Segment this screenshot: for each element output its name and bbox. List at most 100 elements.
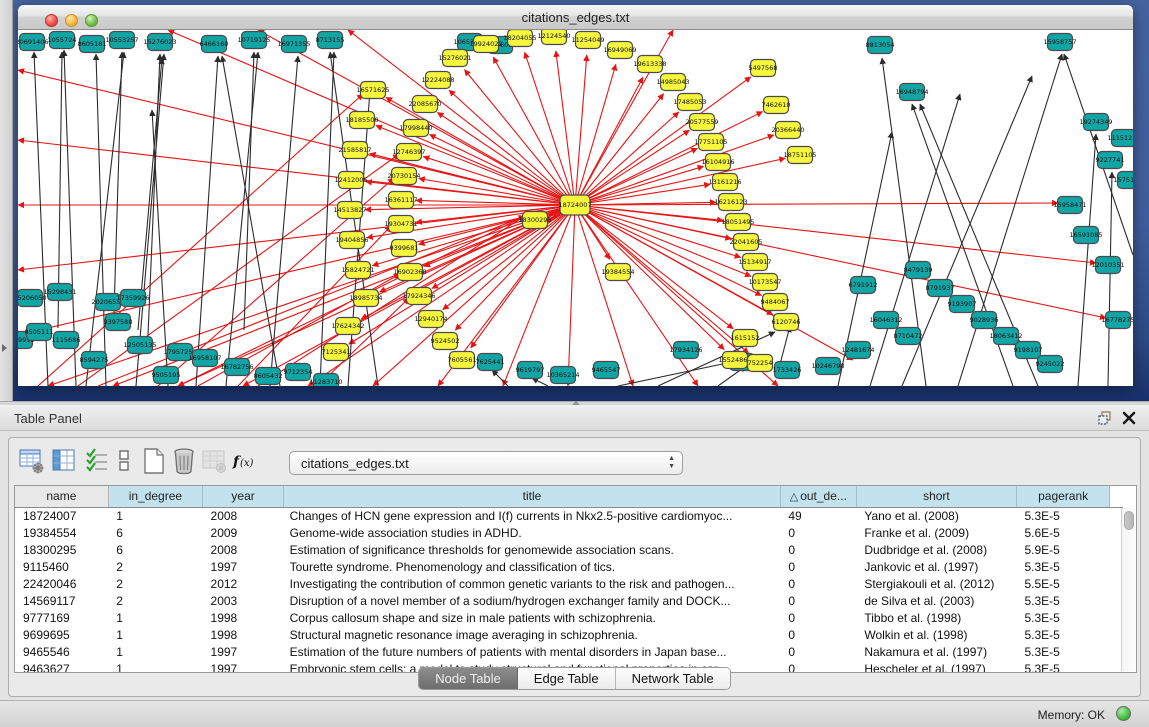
table-mode-icon[interactable] [19,447,45,475]
function-builder-icon[interactable]: f(x) [231,447,257,475]
column-header-title[interactable]: title [284,486,781,507]
cell-title[interactable]: Estimation of the future numbers of pati… [284,643,781,660]
cell-in_degree[interactable]: 2 [108,592,202,609]
cell-title[interactable]: Estimation of significance thresholds fo… [284,541,781,558]
table-row[interactable]: 1872400712008Changes of HCN gene express… [15,507,1123,524]
cell-year[interactable]: 1997 [203,558,284,575]
cell-in_degree[interactable]: 1 [108,609,202,626]
delete-columns-icon[interactable] [171,447,197,475]
cell-name[interactable]: 18724007 [15,507,108,524]
tab-network-table[interactable]: Network Table [616,668,730,689]
cell-short[interactable]: Tibbo et al. (1998) [856,609,1016,626]
cell-name[interactable]: 22420046 [15,575,108,592]
cell-out_de[interactable]: 0 [780,609,856,626]
cell-name[interactable]: 9115460 [15,558,108,575]
network-canvas[interactable]: 2069140610557248605181105532571527602364… [18,30,1133,386]
column-header-pagerank[interactable]: pagerank [1017,486,1110,507]
memory-ok-led-icon[interactable] [1116,706,1131,721]
column-header-out_de[interactable]: △out_de... [780,486,856,507]
cell-pagerank[interactable]: 5.3E-5 [1017,626,1110,643]
cell-out_de[interactable]: 0 [780,524,856,541]
cell-pagerank[interactable]: 5.3E-5 [1017,507,1110,524]
table-row[interactable]: 2242004622012Investigating the contribut… [15,575,1123,592]
select-all-icon[interactable] [85,447,111,475]
column-header-name[interactable]: name [15,486,108,507]
cell-pagerank[interactable]: 5.3E-5 [1017,592,1110,609]
cell-short[interactable]: Jankovic et al. (1997) [856,558,1016,575]
cell-out_de[interactable]: 0 [780,643,856,660]
table-row[interactable]: 1456911722003Disruption of a novel membe… [15,592,1123,609]
cell-title[interactable]: Changes of HCN gene expression and I(f) … [284,507,781,524]
show-columns-icon[interactable] [51,447,77,475]
table-vertical-scrollbar[interactable] [1121,508,1136,671]
cell-short[interactable]: de Silva et al. (2003) [856,592,1016,609]
cell-out_de[interactable]: 0 [780,541,856,558]
cell-out_de[interactable]: 49 [780,507,856,524]
scrollbar-thumb[interactable] [1124,511,1134,530]
cell-out_de[interactable]: 0 [780,558,856,575]
cell-short[interactable]: Dudbridge et al. (2008) [856,541,1016,558]
table-row[interactable]: 969969511998Structural magnetic resonanc… [15,626,1123,643]
cell-year[interactable]: 2003 [203,592,284,609]
cell-in_degree[interactable]: 1 [108,643,202,660]
cell-pagerank[interactable]: 5.3E-5 [1017,643,1110,660]
tab-edge-table[interactable]: Edge Table [518,668,616,689]
network-table-select[interactable]: citations_edges.txt ▲▼ [289,451,683,475]
cell-name[interactable]: 9699695 [15,626,108,643]
cell-year[interactable]: 2009 [203,524,284,541]
cell-out_de[interactable]: 0 [780,575,856,592]
cell-title[interactable]: Disruption of a novel member of a sodium… [284,592,781,609]
cell-in_degree[interactable]: 2 [108,575,202,592]
table-row[interactable]: 1830029562008Estimation of significance … [15,541,1123,558]
cell-year[interactable]: 2008 [203,507,284,524]
cell-title[interactable]: Investigating the contribution of common… [284,575,781,592]
cell-short[interactable]: Nakamura et al. (1997) [856,643,1016,660]
cell-name[interactable]: 9465546 [15,643,108,660]
table-row[interactable]: 911546021997Tourette syndrome. Phenomeno… [15,558,1123,575]
cell-year[interactable]: 1998 [203,626,284,643]
expand-panel-arrow-icon[interactable] [2,344,7,352]
column-header-in_degree[interactable]: in_degree [108,486,202,507]
cell-out_de[interactable]: 0 [780,626,856,643]
cell-name[interactable]: 19384554 [15,524,108,541]
cell-in_degree[interactable]: 1 [108,507,202,524]
cell-year[interactable]: 2008 [203,541,284,558]
column-header-short[interactable]: short [856,486,1016,507]
cell-title[interactable]: Corpus callosum shape and size in male p… [284,609,781,626]
cell-year[interactable]: 2012 [203,575,284,592]
network-node-label: 11151234 [1107,134,1133,142]
cell-title[interactable]: Tourette syndrome. Phenomenology and cla… [284,558,781,575]
tab-node-table[interactable]: Node Table [419,668,518,689]
cell-out_de[interactable]: 0 [780,592,856,609]
cell-name[interactable]: 18300295 [15,541,108,558]
cell-in_degree[interactable]: 6 [108,524,202,541]
cell-title[interactable]: Genome-wide association studies in ADHD. [284,524,781,541]
cell-in_degree[interactable]: 1 [108,626,202,643]
cell-name[interactable]: 14569117 [15,592,108,609]
cell-short[interactable]: Yano et al. (2008) [856,507,1016,524]
cell-pagerank[interactable]: 5.6E-5 [1017,524,1110,541]
cell-name[interactable]: 9777169 [15,609,108,626]
close-panel-icon[interactable] [1121,410,1137,426]
cell-year[interactable]: 1998 [203,609,284,626]
cell-pagerank[interactable]: 5.3E-5 [1017,558,1110,575]
column-header-year[interactable]: year [203,486,284,507]
cell-pagerank[interactable]: 5.9E-5 [1017,541,1110,558]
clear-selection-icon[interactable] [115,447,141,475]
cell-pagerank[interactable]: 5.5E-5 [1017,575,1110,592]
table-row[interactable]: 977716911998Corpus callosum shape and si… [15,609,1123,626]
network-window-titlebar[interactable]: citations_edges.txt [18,5,1133,30]
cell-short[interactable]: Wolkin et al. (1998) [856,626,1016,643]
table-row[interactable]: 1938455462009Genome-wide association stu… [15,524,1123,541]
table-row[interactable]: 946554611997Estimation of the future num… [15,643,1123,660]
cell-short[interactable]: Stergiakouli et al. (2012) [856,575,1016,592]
cell-title[interactable]: Structural magnetic resonance image aver… [284,626,781,643]
create-column-icon[interactable] [141,447,167,475]
float-panel-icon[interactable] [1097,410,1113,426]
cell-in_degree[interactable]: 2 [108,558,202,575]
cell-short[interactable]: Franke et al. (2009) [856,524,1016,541]
cell-in_degree[interactable]: 6 [108,541,202,558]
cell-year[interactable]: 1997 [203,643,284,660]
network-node-label: 9484067 [761,298,790,306]
cell-pagerank[interactable]: 5.3E-5 [1017,609,1110,626]
